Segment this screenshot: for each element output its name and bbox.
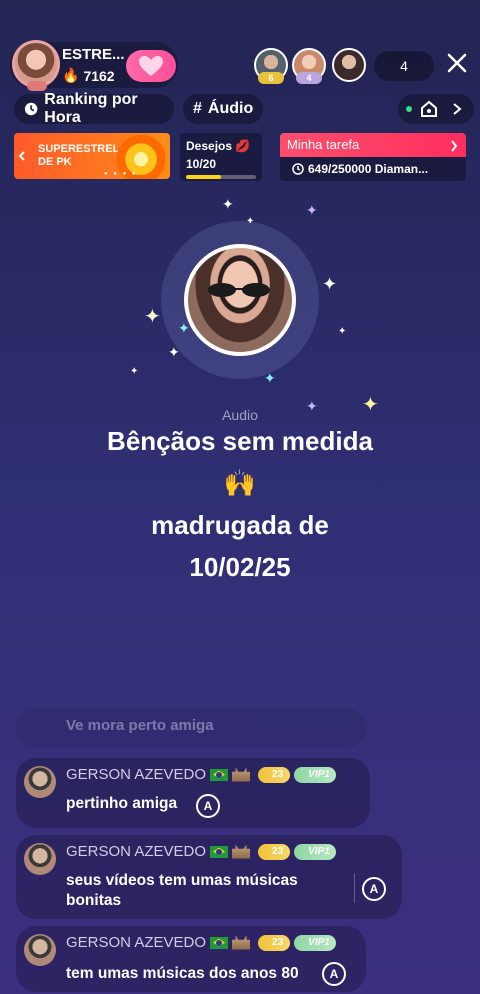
- sparkle-icon: ✦: [222, 196, 234, 212]
- sparkle-icon: ✦: [178, 320, 190, 336]
- sparkle-icon: ✦: [130, 366, 139, 377]
- clock-icon: [292, 163, 304, 175]
- vip-badge: VIP1: [294, 766, 336, 783]
- carousel-dots: ● ● ● ●: [104, 171, 138, 177]
- viewer-badge-1: 6: [258, 72, 284, 84]
- castle-icon: [232, 935, 251, 950]
- sparkle-icon: ✦: [338, 326, 347, 337]
- chat-message-text: seus vídeos tem umas músicas bonitas: [66, 872, 298, 909]
- sparkle-icon: ✦: [264, 370, 276, 386]
- sparkle-icon: ✦: [246, 216, 255, 227]
- heart-icon: [139, 56, 163, 76]
- close-icon: [447, 53, 467, 73]
- chat-message-faded: Ve mora perto amiga: [16, 708, 366, 748]
- divider: [354, 873, 355, 903]
- ranking-chip[interactable]: Ranking por Hora: [14, 91, 174, 126]
- hashtag-icon: #: [193, 100, 202, 117]
- close-button[interactable]: [442, 48, 472, 78]
- translate-icon[interactable]: A: [322, 962, 346, 986]
- chat-message[interactable]: GERSON AZEVEDO 23 VIP1 pertinho amiga A: [16, 758, 370, 828]
- chat-message-text: tem umas músicas dos anos 80: [66, 965, 299, 982]
- room-nav-chip[interactable]: [398, 94, 474, 124]
- level-badge: 23: [258, 766, 291, 783]
- translate-icon[interactable]: A: [196, 794, 220, 818]
- chevron-right-icon: [453, 103, 462, 115]
- flame-icon: 🔥: [62, 67, 80, 83]
- follow-button[interactable]: [126, 50, 176, 82]
- brazil-flag-icon: [210, 845, 229, 858]
- sparkle-icon: ✦: [322, 274, 338, 294]
- vip-badge: VIP1: [294, 934, 336, 951]
- wishes-progress-bar: [186, 175, 256, 179]
- vip-badge: VIP1: [294, 843, 336, 860]
- brazil-flag-icon: [210, 936, 229, 949]
- viewer-badge-2: 4: [296, 72, 322, 84]
- avatar[interactable]: [24, 766, 56, 798]
- my-task-card[interactable]: Minha tarefa 649/250000 Diaman...: [280, 133, 466, 181]
- audio-tag-chip[interactable]: # Áudio: [183, 94, 263, 124]
- clock-icon: [24, 102, 38, 116]
- host-name: ESTRE...: [62, 46, 125, 63]
- chevron-left-icon: [18, 151, 25, 161]
- sparkle-icon: ✦: [306, 202, 318, 218]
- chevron-right-icon: [451, 140, 458, 152]
- chat-message[interactable]: GERSON AZEVEDO 23 VIP1 tem umas músicas …: [16, 926, 366, 992]
- chat-username[interactable]: GERSON AZEVEDO: [66, 766, 206, 783]
- castle-icon: [232, 767, 251, 782]
- level-badge: 23: [258, 843, 291, 860]
- home-icon: [421, 100, 437, 117]
- avatar[interactable]: [24, 843, 56, 875]
- translate-icon[interactable]: A: [362, 877, 386, 901]
- castle-icon: [232, 844, 251, 859]
- wishes-card[interactable]: Desejos 💋 10/20: [180, 133, 262, 181]
- viewer-count[interactable]: 4: [374, 51, 434, 81]
- lips-icon: 💋: [235, 139, 251, 153]
- chat-username[interactable]: GERSON AZEVEDO: [66, 843, 206, 860]
- sparkle-icon: ✦: [144, 306, 161, 328]
- host-score: 🔥 7162: [62, 67, 115, 84]
- sparkle-icon: ✦: [168, 344, 180, 360]
- chat-username[interactable]: GERSON AZEVEDO: [66, 934, 206, 951]
- host-avatar[interactable]: [12, 40, 60, 91]
- pk-superstar-banner[interactable]: SUPERESTRELA DE PK ● ● ● ●: [14, 133, 170, 179]
- online-dot-icon: [406, 106, 412, 112]
- room-title: Bênçãos sem medida 🙌 madrugada de 10/02/…: [107, 426, 373, 582]
- brazil-flag-icon: [210, 768, 229, 781]
- viewer-avatar-3[interactable]: [332, 48, 366, 82]
- host-main-avatar[interactable]: [184, 244, 296, 356]
- sunglasses-icon: [208, 283, 270, 297]
- avatar[interactable]: [24, 934, 56, 966]
- chat-message[interactable]: GERSON AZEVEDO 23 VIP1 seus vídeos tem u…: [16, 835, 402, 919]
- level-badge: 23: [258, 934, 291, 951]
- chat-message-text: pertinho amiga: [66, 795, 178, 812]
